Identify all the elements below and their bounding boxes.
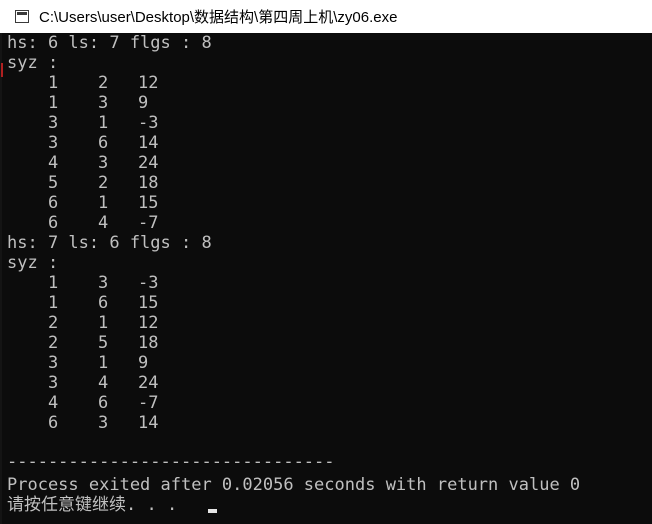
process-exit-line: Process exited after 0.02056 seconds wit… (7, 475, 581, 495)
console-window: C:\Users\user\Desktop\数据结构\第四周上机\zy06.ex… (0, 0, 652, 524)
separator-line: -------------------------------- (7, 452, 335, 472)
label-line-1: syz : (7, 53, 59, 73)
text-cursor (208, 509, 217, 513)
header-line-1: hs: 6 ls: 7 flgs : 8 (7, 33, 212, 53)
window-title: C:\Users\user\Desktop\数据结构\第四周上机\zy06.ex… (39, 9, 398, 26)
label-line-2: syz : (7, 253, 59, 273)
console-window-icon[interactable] (15, 10, 29, 23)
console-output[interactable]: hs: 6 ls: 7 flgs : 8 syz : 1 2 12 1 3 9 … (0, 33, 652, 524)
left-gutter-mark (1, 63, 3, 77)
press-any-key-prompt: 请按任意键继续. . . (7, 495, 178, 515)
title-bar[interactable]: C:\Users\user\Desktop\数据结构\第四周上机\zy06.ex… (0, 0, 652, 33)
header-line-2: hs: 7 ls: 6 flgs : 8 (7, 233, 212, 253)
console-left-edge (0, 33, 2, 524)
